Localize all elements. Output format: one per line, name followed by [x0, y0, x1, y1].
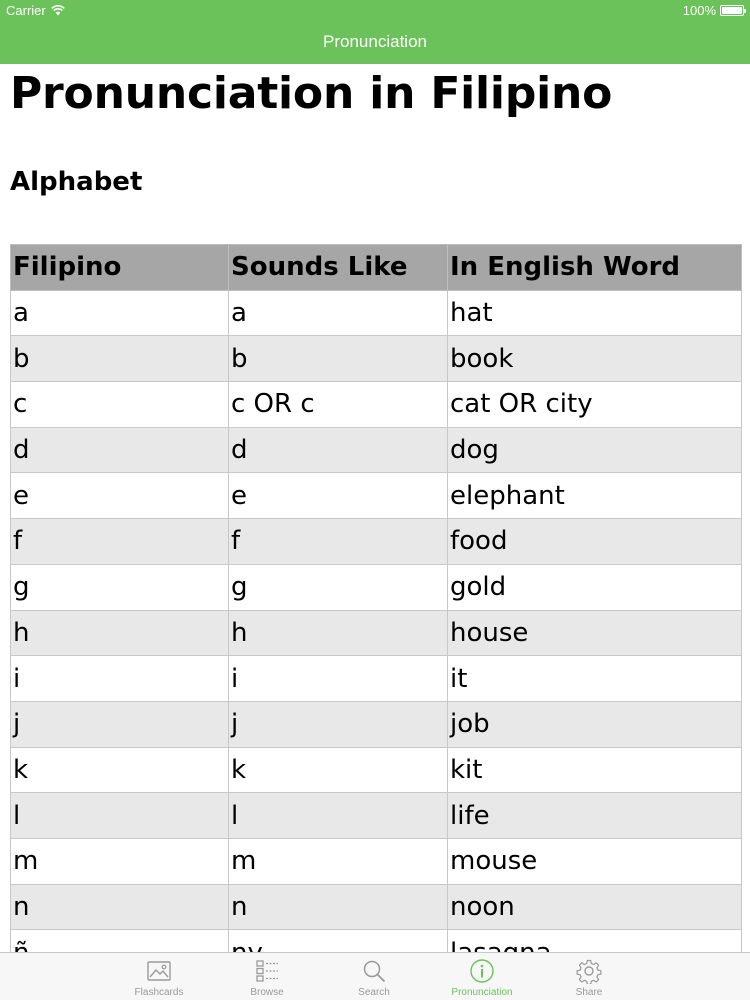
cell-filipino: d — [10, 426, 229, 474]
table-row: k k kit — [10, 746, 742, 794]
nav-title: Pronunciation — [323, 32, 427, 51]
cell-english-word: mouse — [447, 837, 742, 885]
cell-english-word: noon — [447, 883, 742, 931]
cell-filipino: m — [10, 837, 229, 885]
cell-english-word: food — [447, 518, 742, 565]
cell-sounds-like: c OR c — [228, 381, 448, 428]
page-title: Pronunciation in Filipino — [10, 68, 613, 119]
table-header-row: Filipino Sounds Like In English Word — [10, 244, 742, 291]
table-row: f f food — [10, 518, 742, 565]
section-heading-alphabet: Alphabet — [10, 167, 143, 197]
table-row: m m mouse — [10, 837, 742, 885]
cell-sounds-like: a — [228, 289, 448, 337]
cell-english-word: cat OR city — [447, 381, 742, 428]
cell-filipino: f — [10, 518, 229, 565]
cell-filipino: e — [10, 472, 229, 520]
table-row: l l life — [10, 792, 742, 839]
cell-sounds-like: g — [228, 563, 448, 611]
cell-filipino: g — [10, 563, 229, 611]
table-row: j j job — [10, 700, 742, 748]
cell-english-word: hat — [447, 289, 742, 337]
cell-english-word: elephant — [447, 472, 742, 520]
cell-sounds-like: l — [228, 792, 448, 839]
cell-english-word: it — [447, 655, 742, 702]
carrier-indicator: Carrier — [6, 3, 65, 18]
cell-filipino: b — [10, 335, 229, 383]
search-icon — [363, 960, 386, 983]
tab-search[interactable]: Search — [329, 953, 419, 1000]
cell-filipino: h — [10, 609, 229, 657]
table-row: b b book — [10, 335, 742, 383]
tab-label-search: Search — [358, 987, 390, 998]
cell-english-word: lasagna — [447, 929, 742, 952]
table-row: i i it — [10, 655, 742, 702]
cell-sounds-like: ny — [228, 929, 448, 952]
battery-icon — [720, 5, 746, 16]
table-row: e e elephant — [10, 472, 742, 520]
tab-flashcards[interactable]: Flashcards — [114, 953, 204, 1000]
cell-sounds-like: f — [228, 518, 448, 565]
cell-sounds-like: i — [228, 655, 448, 702]
gear-icon — [576, 959, 602, 984]
column-header-filipino: Filipino — [10, 244, 229, 291]
cell-sounds-like: b — [228, 335, 448, 383]
web-content[interactable]: Pronunciation in Filipino Alphabet Filip… — [0, 64, 750, 952]
image-icon — [147, 961, 171, 981]
carrier-label: Carrier — [6, 3, 46, 18]
list-icon — [256, 960, 278, 982]
info-icon — [470, 959, 494, 983]
cell-filipino: i — [10, 655, 229, 702]
cell-english-word: house — [447, 609, 742, 657]
table-row: cc OR c cat OR city — [10, 381, 742, 428]
battery-indicator: 100% — [682, 3, 746, 18]
column-header-english-word: In English Word — [447, 244, 742, 291]
table-row: g g gold — [10, 563, 742, 611]
navigation-bar: Pronunciation — [0, 20, 750, 64]
cell-english-word: life — [447, 792, 742, 839]
cell-filipino: n — [10, 883, 229, 931]
tab-pronunciation[interactable]: Pronunciation — [437, 953, 527, 1000]
cell-english-word: book — [447, 335, 742, 383]
cell-sounds-like: j — [228, 700, 448, 748]
table-row: d d dog — [10, 426, 742, 474]
cell-filipino: l — [10, 792, 229, 839]
cell-sounds-like: n — [228, 883, 448, 931]
cell-sounds-like: d — [228, 426, 448, 474]
cell-sounds-like: h — [228, 609, 448, 657]
tab-label-pronunciation: Pronunciation — [451, 987, 513, 998]
cell-filipino: k — [10, 746, 229, 794]
cell-filipino: ñ — [10, 929, 229, 952]
cell-sounds-like: k — [228, 746, 448, 794]
tab-bar: Flashcards Browse Search Pronunciation S… — [0, 952, 750, 1000]
wifi-icon — [50, 5, 65, 16]
cell-english-word: kit — [447, 746, 742, 794]
cell-english-word: gold — [447, 563, 742, 611]
table-row: a a hat — [10, 289, 742, 337]
column-header-sounds-like: Sounds Like — [228, 244, 448, 291]
cell-filipino: a — [10, 289, 229, 337]
cell-english-word: job — [447, 700, 742, 748]
tab-label-flashcards: Flashcards — [134, 987, 184, 998]
alphabet-table: Filipino Sounds Like In English Word aah… — [10, 244, 742, 952]
cell-sounds-like: e — [228, 472, 448, 520]
tab-browse[interactable]: Browse — [222, 953, 312, 1000]
tab-share[interactable]: Share — [544, 953, 634, 1000]
cell-filipino: j — [10, 700, 229, 748]
cell-english-word: dog — [447, 426, 742, 474]
cell-filipino: c — [10, 381, 229, 428]
cell-sounds-like: m — [228, 837, 448, 885]
tab-label-share: Share — [575, 987, 603, 998]
status-bar: Carrier 100% — [0, 0, 750, 20]
table-row: h h house — [10, 609, 742, 657]
table-row: ñnylasagna — [10, 929, 742, 952]
table-row: n n noon — [10, 883, 742, 931]
battery-percent: 100% — [682, 3, 716, 18]
tab-label-browse: Browse — [250, 987, 284, 998]
